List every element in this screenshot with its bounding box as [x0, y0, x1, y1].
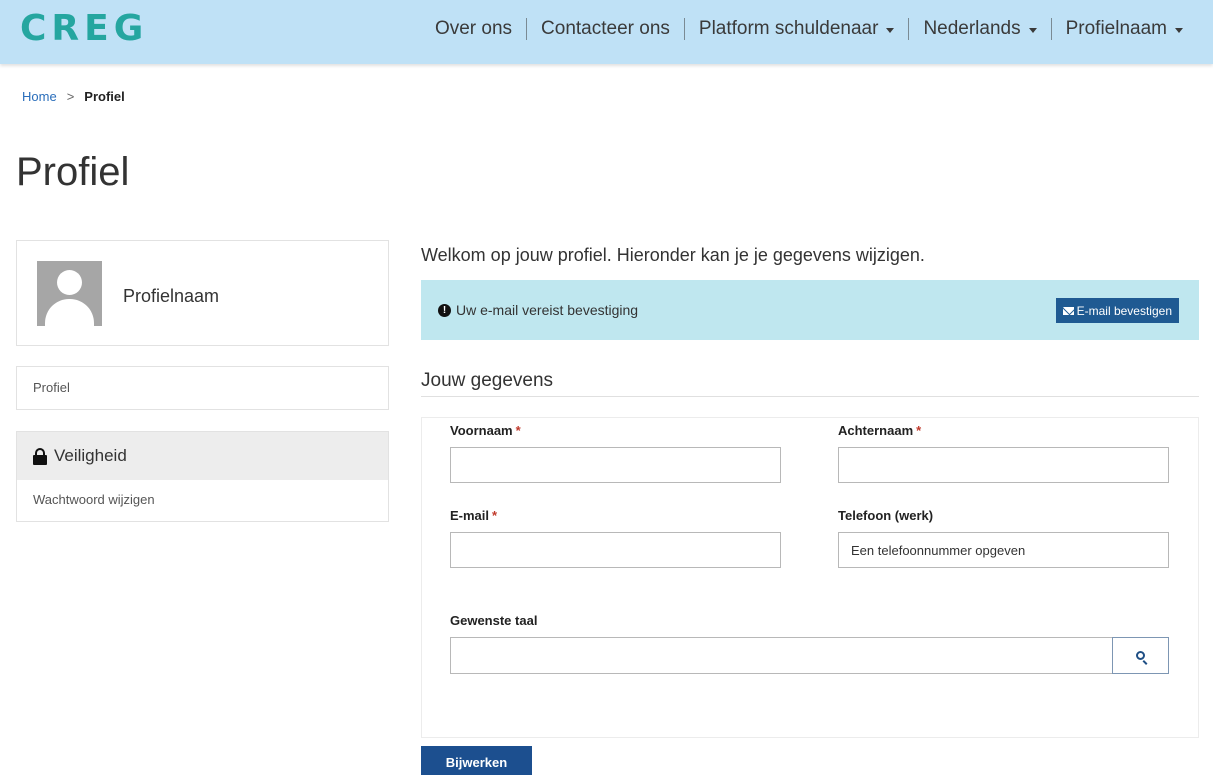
- caret-down-icon: [886, 27, 895, 33]
- breadcrumb-home-link[interactable]: Home: [22, 89, 57, 104]
- first-name-input[interactable]: [450, 447, 781, 483]
- nav-platform-schuldenaar-dropdown[interactable]: Platform schuldenaar: [685, 18, 909, 40]
- email-input[interactable]: [450, 532, 781, 568]
- label-text: Voornaam: [450, 423, 513, 438]
- nav-label: Nederlands: [923, 18, 1021, 39]
- required-marker: *: [492, 508, 498, 523]
- last-name-input[interactable]: [838, 447, 1169, 483]
- confirm-email-label: E-mail bevestigen: [1076, 303, 1172, 318]
- nav-profile-dropdown[interactable]: Profielnaam: [1052, 18, 1197, 40]
- search-icon: [1136, 651, 1145, 660]
- label-text: Achternaam: [838, 423, 914, 438]
- caret-down-icon: [1175, 27, 1183, 33]
- security-title: Veiligheid: [54, 446, 127, 465]
- language-search-button[interactable]: [1112, 637, 1169, 674]
- required-marker: *: [916, 423, 922, 438]
- update-button[interactable]: Bijwerken: [421, 746, 532, 775]
- avatar-body: [45, 299, 94, 326]
- welcome-text: Welkom op jouw profiel. Hieronder kan je…: [421, 245, 925, 265]
- section-title: Jouw gegevens: [421, 370, 554, 391]
- last-name-label: Achternaam *: [838, 423, 921, 438]
- avatar-head: [57, 270, 82, 295]
- envelope-icon: [1062, 306, 1074, 315]
- breadcrumb: Home > Profiel: [22, 89, 125, 104]
- main-nav: Over ons Contacteer ons Platform schulde…: [421, 18, 1197, 40]
- creg-logo[interactable]: CREG: [20, 8, 148, 49]
- security-panel: Veiligheid Wachtwoord wijzigen: [16, 431, 389, 522]
- nav-label: Contacteer ons: [541, 18, 670, 39]
- sidebar-item-change-password[interactable]: Wachtwoord wijzigen: [17, 480, 388, 519]
- sidebar-item-profiel[interactable]: Profiel: [16, 366, 389, 410]
- profile-name: Profielnaam: [123, 286, 220, 306]
- confirm-email-button[interactable]: E-mail bevestigen: [1055, 298, 1179, 323]
- required-marker: *: [515, 423, 521, 438]
- phone-input[interactable]: [838, 532, 1169, 568]
- alert-message: ! Uw e-mail vereist bevestiging: [438, 302, 638, 318]
- nav-label: Over ons: [434, 18, 513, 39]
- phone-label: Telefoon (werk): [838, 508, 934, 523]
- section-divider: [421, 396, 1199, 397]
- page-title: Profiel: [16, 150, 130, 194]
- breadcrumb-separator: >: [66, 89, 75, 104]
- email-label: E-mail *: [450, 508, 497, 523]
- first-name-label: Voornaam *: [450, 423, 521, 438]
- breadcrumb-current: Profiel: [84, 89, 125, 104]
- exclamation-circle-icon: !: [438, 303, 451, 317]
- lock-icon: [33, 447, 47, 465]
- alert-text: Uw e-mail vereist bevestiging: [456, 302, 639, 318]
- language-lookup-input[interactable]: [450, 637, 1113, 674]
- top-navigation-bar: CREG Over ons Contacteer ons Platform sc…: [0, 0, 1213, 64]
- caret-down-icon: [1028, 27, 1037, 33]
- language-label: Gewenste taal: [450, 613, 538, 628]
- email-verification-alert: ! Uw e-mail vereist bevestiging E-mail b…: [421, 280, 1199, 340]
- nav-contacteer-ons[interactable]: Contacteer ons: [527, 18, 684, 40]
- nav-label: Profielnaam: [1065, 18, 1167, 39]
- avatar: [37, 261, 102, 326]
- nav-over-ons[interactable]: Over ons: [421, 18, 526, 40]
- security-header: Veiligheid: [17, 432, 388, 480]
- nav-label: Platform schuldenaar: [698, 18, 879, 39]
- nav-language-dropdown[interactable]: Nederlands: [909, 18, 1050, 40]
- profile-card: Profielnaam: [16, 240, 389, 346]
- label-text: E-mail: [450, 508, 490, 523]
